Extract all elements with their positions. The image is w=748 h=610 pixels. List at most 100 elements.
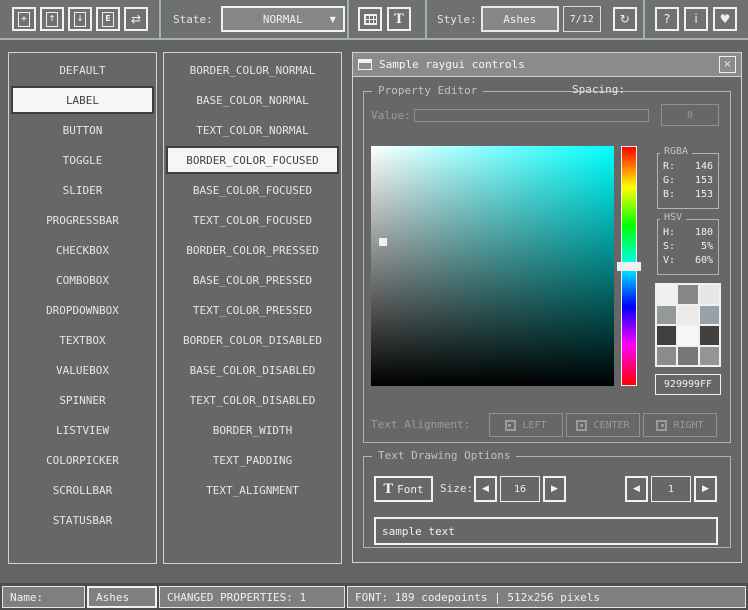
property-list-item[interactable]: BORDER_WIDTH [166, 416, 339, 444]
control-list-item[interactable]: PROGRESSBAR [11, 206, 154, 234]
window-icon [358, 59, 372, 70]
palette-swatch[interactable] [657, 306, 676, 325]
align-center-button[interactable]: CENTER [566, 413, 640, 437]
control-list-item[interactable]: LISTVIEW [11, 416, 154, 444]
b-value: 153 [695, 188, 713, 202]
style-label: Style: [437, 13, 477, 26]
align-right-icon [656, 420, 667, 431]
arrow-left-icon: ◀ [633, 484, 640, 494]
size-value-box[interactable]: 16 [500, 476, 540, 502]
palette-swatch[interactable] [700, 285, 719, 304]
control-list-item[interactable]: TOGGLE [11, 146, 154, 174]
style-index-box: 7/12 [563, 6, 601, 32]
control-list-item[interactable]: SLIDER [11, 176, 154, 204]
palette-swatch[interactable] [700, 347, 719, 366]
property-list-item[interactable]: TEXT_COLOR_DISABLED [166, 386, 339, 414]
spacing-value-box[interactable]: 1 [651, 476, 691, 502]
control-list-item[interactable]: DROPDOWNBOX [11, 296, 154, 324]
reload-style-button[interactable]: ↻ [613, 7, 637, 31]
window-titlebar[interactable]: Sample raygui controls × [353, 53, 741, 77]
color-panel[interactable] [371, 146, 614, 386]
style-name-button[interactable]: Ashes [481, 6, 559, 32]
text-drawing-options-title: Text Drawing Options [372, 449, 516, 462]
control-list-item[interactable]: COLORPICKER [11, 446, 154, 474]
property-list-item[interactable]: BASE_COLOR_DISABLED [166, 356, 339, 384]
spacing-decrease-button[interactable]: ◀ [625, 476, 648, 502]
random-style-button[interactable]: ⇄ [124, 7, 148, 31]
style-name-input[interactable]: Ashes [87, 586, 157, 608]
palette-swatch[interactable] [657, 285, 676, 304]
control-list-item[interactable]: STATUSBAR [11, 506, 154, 534]
property-list-item[interactable]: TEXT_ALIGNMENT [166, 476, 339, 504]
window-close-button[interactable]: × [719, 56, 736, 73]
font-atlas-button[interactable]: T [387, 7, 411, 31]
palette-swatch[interactable] [657, 347, 676, 366]
b-label: B: [663, 188, 675, 202]
palette-swatch[interactable] [678, 285, 697, 304]
control-list-item[interactable]: VALUEBOX [11, 356, 154, 384]
size-increase-button[interactable]: ▶ [543, 476, 566, 502]
property-list-item[interactable]: BORDER_COLOR_NORMAL [166, 56, 339, 84]
hue-slider-handle[interactable] [617, 262, 641, 271]
arrow-left-icon: ◀ [482, 484, 489, 494]
load-style-button[interactable]: ↑ [40, 7, 64, 31]
palette-swatch[interactable] [700, 306, 719, 325]
s-value: 5% [701, 240, 713, 254]
control-list-item[interactable]: SCROLLBAR [11, 476, 154, 504]
property-list-item[interactable]: TEXT_COLOR_PRESSED [166, 296, 339, 324]
value-box[interactable]: 0 [661, 104, 719, 126]
spacing-increase-button[interactable]: ▶ [694, 476, 717, 502]
v-value: 60% [695, 254, 713, 268]
info-button[interactable]: i [684, 7, 708, 31]
hue-slider[interactable] [621, 146, 637, 386]
property-list-item[interactable]: BASE_COLOR_PRESSED [166, 266, 339, 294]
control-list-item[interactable]: TEXTBOX [11, 326, 154, 354]
palette-swatch[interactable] [700, 326, 719, 345]
font-t-icon: T [383, 482, 393, 497]
palette-swatch[interactable] [678, 326, 697, 345]
file-save-icon: ↓ [74, 12, 86, 27]
spacing-label: Spacing: [572, 77, 625, 103]
new-style-button[interactable]: + [12, 7, 36, 31]
property-list-item[interactable]: BASE_COLOR_FOCUSED [166, 176, 339, 204]
properties-listview: BORDER_COLOR_NORMALBASE_COLOR_NORMALTEXT… [163, 52, 342, 564]
control-list-item[interactable]: BUTTON [11, 116, 154, 144]
sample-controls-window: Sample raygui controls × Property Editor… [352, 52, 742, 563]
palette-swatch[interactable] [657, 326, 676, 345]
sponsor-button[interactable]: ♥ [713, 7, 737, 31]
rgba-group: RGBA R: 146 G: 153 B: 153 [657, 153, 719, 209]
align-center-label: CENTER [593, 420, 629, 431]
property-list-item[interactable]: BORDER_COLOR_FOCUSED [166, 146, 339, 174]
control-list-item[interactable]: CHECKBOX [11, 236, 154, 264]
state-dropdown-value: NORMAL [263, 13, 303, 26]
palette-swatch[interactable] [678, 347, 697, 366]
color-panel-cursor[interactable] [379, 238, 387, 246]
window-title: Sample raygui controls [379, 58, 525, 71]
align-left-button[interactable]: LEFT [489, 413, 563, 437]
state-dropdown[interactable]: NORMAL ▼ [221, 6, 345, 32]
question-icon: ? [664, 13, 670, 25]
property-list-item[interactable]: BASE_COLOR_NORMAL [166, 86, 339, 114]
align-right-button[interactable]: RIGHT [643, 413, 717, 437]
style-table-button[interactable] [358, 7, 382, 31]
font-button-label: Font [397, 483, 424, 496]
export-style-button[interactable]: E [96, 7, 120, 31]
hex-color-input[interactable]: 929999FF [655, 374, 721, 395]
control-list-item[interactable]: SPINNER [11, 386, 154, 414]
sample-text-input[interactable]: sample text [374, 517, 718, 545]
save-style-button[interactable]: ↓ [68, 7, 92, 31]
property-list-item[interactable]: TEXT_COLOR_FOCUSED [166, 206, 339, 234]
control-list-item[interactable]: LABEL [11, 86, 154, 114]
property-list-item[interactable]: BORDER_COLOR_DISABLED [166, 326, 339, 354]
r-label: R: [663, 160, 675, 174]
font-button[interactable]: T Font [374, 476, 433, 502]
control-list-item[interactable]: COMBOBOX [11, 266, 154, 294]
size-decrease-button[interactable]: ◀ [474, 476, 497, 502]
control-list-item[interactable]: DEFAULT [11, 56, 154, 84]
property-list-item[interactable]: BORDER_COLOR_PRESSED [166, 236, 339, 264]
property-list-item[interactable]: TEXT_COLOR_NORMAL [166, 116, 339, 144]
value-slider[interactable] [414, 109, 649, 122]
palette-swatch[interactable] [678, 306, 697, 325]
help-button[interactable]: ? [655, 7, 679, 31]
property-list-item[interactable]: TEXT_PADDING [166, 446, 339, 474]
